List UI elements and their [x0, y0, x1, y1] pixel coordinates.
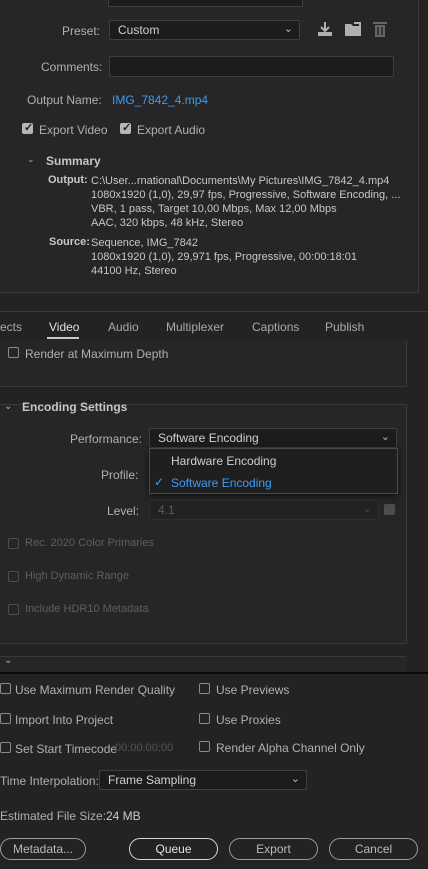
video-basic-panel: Render at Maximum Depth	[0, 340, 407, 387]
active-tab-indicator	[47, 337, 79, 339]
use-previews-checkbox[interactable]	[199, 683, 210, 694]
render-alpha-label: Render Alpha Channel Only	[216, 741, 365, 755]
level-value: 4.1	[158, 503, 175, 517]
dropdown-option-hardware[interactable]: Hardware Encoding	[171, 454, 276, 468]
source-line: Sequence, IMG_7842	[91, 237, 199, 249]
preset-value: Custom	[118, 23, 160, 37]
time-interpolation-select[interactable]: Frame Sampling ⌄	[99, 770, 307, 790]
render-max-depth-checkbox[interactable]	[8, 347, 19, 358]
performance-dropdown-list: Hardware Encoding ✓ Software Encoding	[149, 448, 398, 494]
encoding-settings-panel: ⌄ Encoding Settings Performance: Softwar…	[0, 400, 407, 644]
encoding-title: Encoding Settings	[22, 400, 128, 414]
chevron-down-icon: ⌄	[380, 431, 390, 443]
comments-label: Comments:	[41, 60, 103, 74]
export-video-checkbox[interactable]	[22, 121, 33, 134]
output-line: 1080x1920 (1,0), 29,97 fps, Progressive,…	[91, 189, 401, 201]
export-settings-panel: Preset: Custom ⌄ Comments: Output Name: …	[0, 0, 419, 293]
checkmark-icon: ✓	[154, 475, 165, 489]
level-select[interactable]: 4.1 ⌄	[149, 500, 379, 520]
export-button[interactable]: Export	[229, 838, 318, 860]
hdr10-label: Include HDR10 Metadata	[25, 603, 149, 615]
profile-label: Profile:	[101, 468, 139, 482]
encoding-chevron-icon[interactable]: ⌄	[4, 401, 12, 412]
source-summary: Sequence, IMG_7842 1080x1920 (1,0), 29,9…	[91, 236, 357, 278]
level-checkbox[interactable]	[384, 504, 395, 515]
output-name-link[interactable]: IMG_7842_4.mp4	[112, 93, 208, 107]
tab-video[interactable]: Video	[49, 320, 79, 334]
import-project-checkbox[interactable]	[0, 713, 11, 724]
performance-select[interactable]: Software Encoding ⌄	[149, 428, 397, 448]
source-line: 1080x1920 (1,0), 29,971 fps, Progressive…	[91, 251, 358, 263]
source-line: 44100 Hz, Stereo	[91, 265, 177, 277]
output-line: C:\User...rnational\Documents\My Picture…	[91, 175, 390, 187]
use-previews-label: Use Previews	[216, 683, 290, 697]
comments-input[interactable]	[109, 56, 394, 77]
metadata-button[interactable]: Metadata...	[0, 838, 86, 860]
file-size-label: Estimated File Size:	[0, 809, 107, 823]
tab-audio[interactable]: Audio	[108, 320, 139, 334]
source-summary-label: Source:	[49, 236, 90, 248]
export-audio-checkbox[interactable]	[120, 121, 131, 134]
start-timecode-value[interactable]: 00:00:00:00	[115, 742, 173, 754]
max-render-quality-label: Use Maximum Render Quality	[15, 683, 176, 697]
bottom-options: Use Maximum Render Quality Use Previews …	[0, 672, 428, 869]
file-size-value: 24 MB	[106, 809, 141, 823]
section-chevron-icon[interactable]: ⌄	[4, 655, 12, 666]
time-interpolation-value: Frame Sampling	[108, 773, 197, 787]
chevron-down-icon: ⌄	[283, 23, 293, 35]
rec2020-checkbox[interactable]	[8, 538, 19, 549]
settings-tabs: ects Video Audio Multiplexer Captions Pu…	[0, 311, 428, 340]
chevron-down-icon: ⌄	[290, 773, 300, 785]
performance-label: Performance:	[70, 432, 143, 446]
output-summary-label: Output:	[48, 174, 88, 186]
export-audio-label: Export Audio	[137, 123, 206, 137]
cancel-button[interactable]: Cancel	[329, 838, 418, 860]
output-name-label: Output Name:	[27, 93, 102, 107]
tab-effects[interactable]: ects	[0, 320, 22, 334]
preset-label: Preset:	[62, 24, 101, 38]
use-proxies-label: Use Proxies	[216, 713, 281, 727]
output-line: AAC, 320 kbps, 48 kHz, Stereo	[91, 217, 244, 229]
render-max-depth-label: Render at Maximum Depth	[25, 347, 169, 361]
hdr-label: High Dynamic Range	[25, 570, 129, 582]
preset-select[interactable]: Custom ⌄	[109, 20, 300, 40]
use-proxies-checkbox[interactable]	[199, 713, 210, 724]
format-select-edge[interactable]	[108, 0, 303, 7]
hdr-checkbox[interactable]	[8, 571, 19, 582]
output-summary: C:\User...rnational\Documents\My Picture…	[91, 174, 400, 230]
level-label: Level:	[107, 504, 140, 518]
dropdown-option-software[interactable]: Software Encoding	[171, 476, 272, 490]
summary-chevron-icon[interactable]: ⌄	[27, 154, 35, 165]
queue-button[interactable]: Queue	[129, 838, 218, 860]
performance-value: Software Encoding	[158, 431, 259, 445]
export-video-label: Export Video	[39, 123, 108, 137]
output-line: VBR, 1 pass, Target 10,00 Mbps, Max 12,0…	[91, 203, 337, 215]
delete-preset-icon[interactable]	[372, 20, 388, 38]
rec2020-label: Rec. 2020 Color Primaries	[25, 537, 154, 549]
save-preset-icon[interactable]	[317, 20, 333, 38]
start-timecode-label: Set Start Timecode	[15, 742, 118, 756]
tab-captions[interactable]: Captions	[252, 320, 299, 334]
chevron-down-icon: ⌄	[362, 503, 372, 515]
import-preset-icon[interactable]	[344, 20, 362, 38]
summary-title: Summary	[46, 154, 101, 168]
collapsed-section: ⌄	[0, 655, 406, 673]
render-alpha-checkbox[interactable]	[199, 741, 210, 752]
time-interpolation-label: Time Interpolation:	[0, 774, 99, 788]
start-timecode-checkbox[interactable]	[0, 742, 11, 753]
import-project-label: Import Into Project	[15, 713, 114, 727]
tab-multiplexer[interactable]: Multiplexer	[166, 320, 224, 334]
tab-publish[interactable]: Publish	[325, 320, 364, 334]
hdr10-checkbox[interactable]	[8, 604, 19, 615]
max-render-quality-checkbox[interactable]	[0, 683, 11, 694]
